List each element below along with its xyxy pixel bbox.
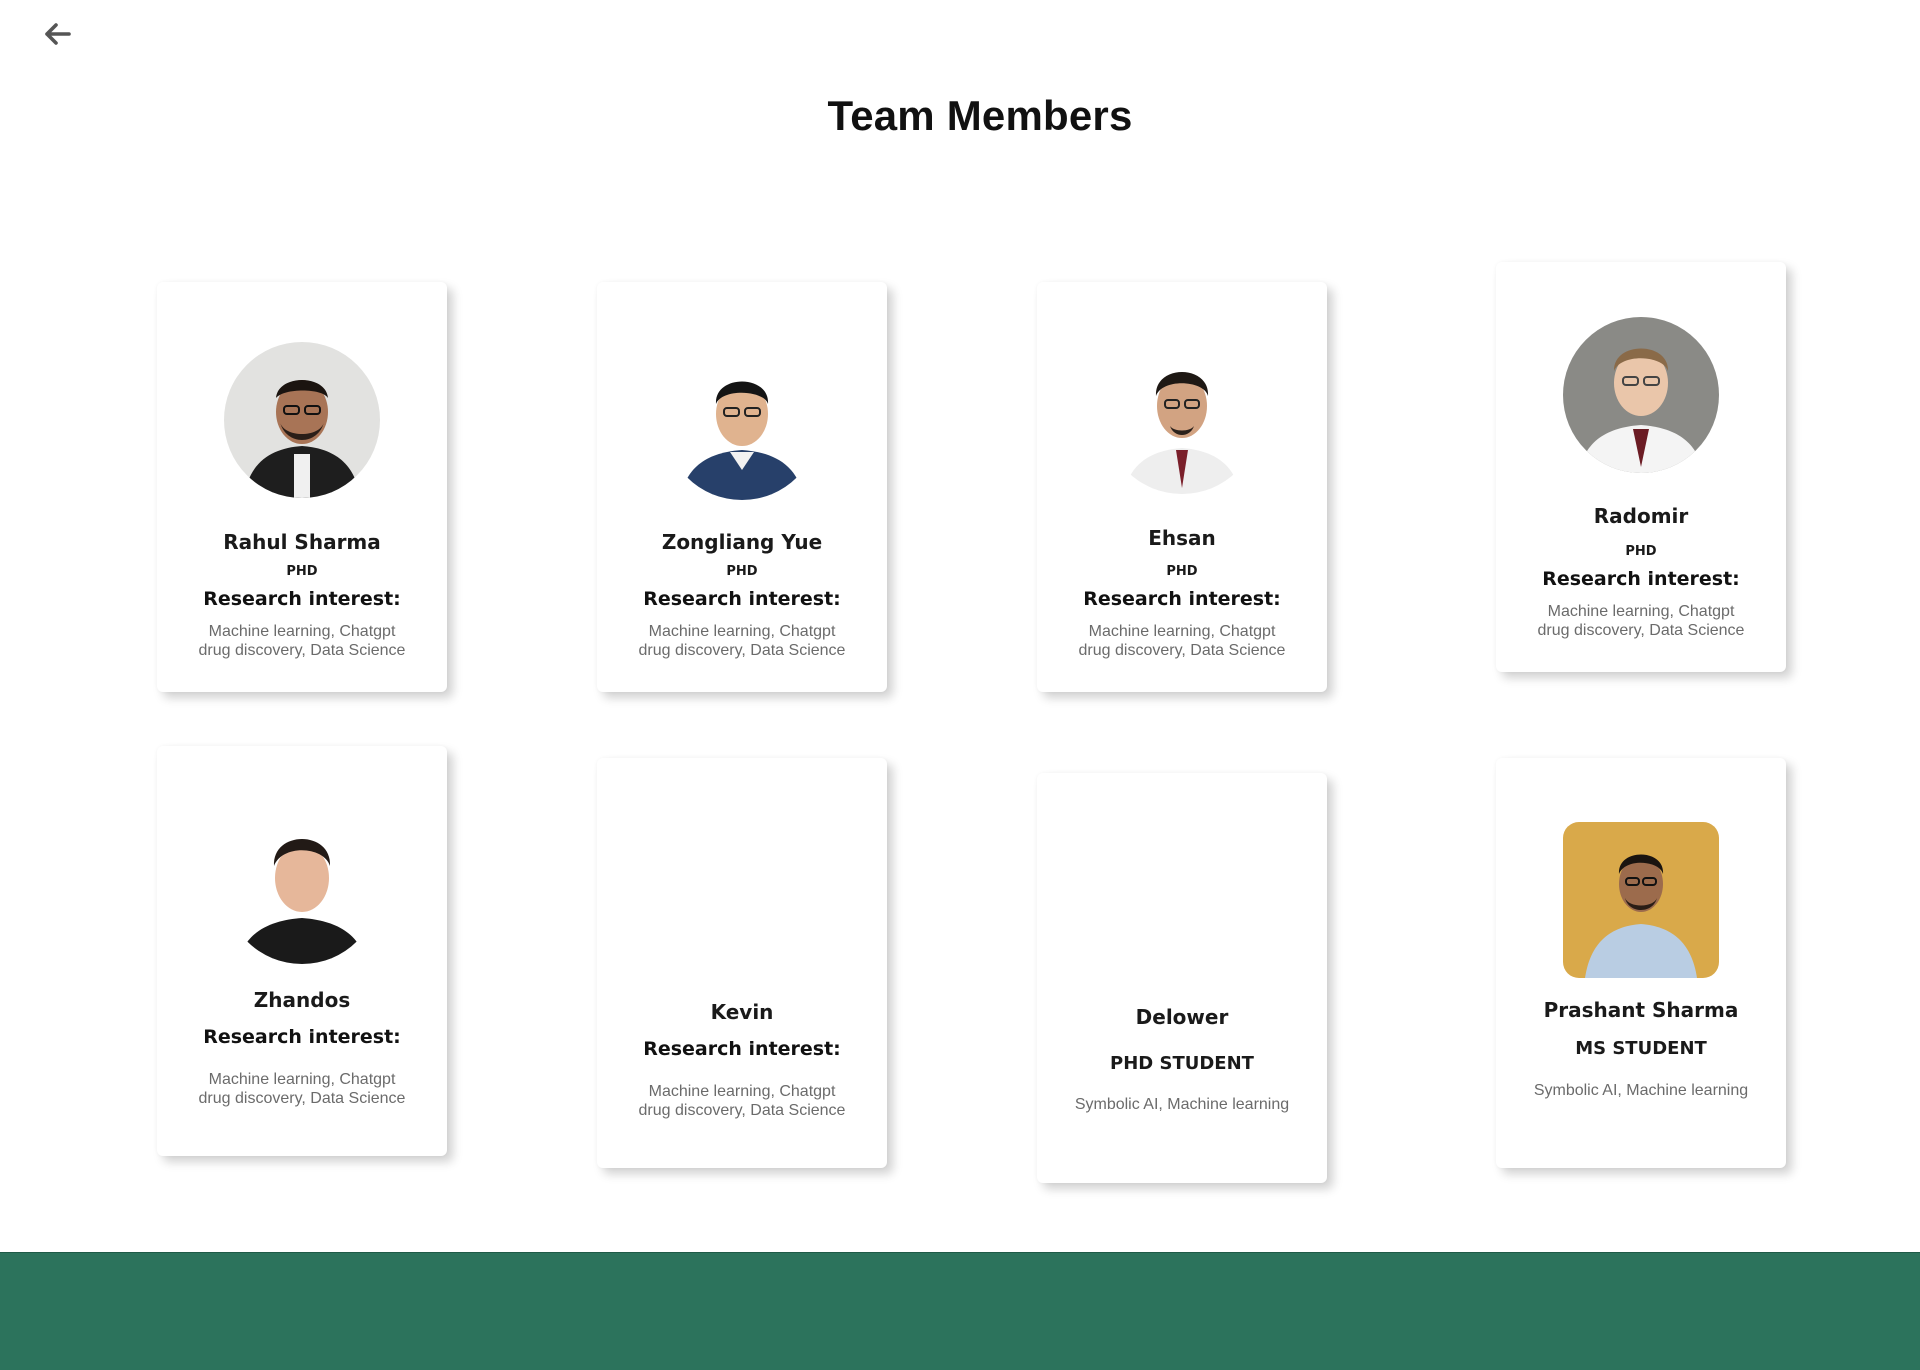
research-interest-label: Research interest: [643,588,841,610]
member-degree: PHD [726,564,758,579]
member-card-kevin: Kevin Research interest: Machine learnin… [597,758,887,1168]
member-name: Delower [1135,1005,1229,1029]
avatar [224,808,380,964]
back-button[interactable] [38,20,78,52]
research-interest-label: Research interest: [1542,568,1740,590]
member-card-delower: Delower PHD STUDENT Symbolic AI, Machine… [1037,773,1327,1183]
member-degree: PHD [1625,544,1657,559]
member-degree: PHD [286,564,318,579]
member-degree: PHD [1166,564,1198,579]
research-interest-text: Machine learning, Chatgpt drug discovery… [638,623,846,659]
page-title: Team Members [827,92,1133,139]
research-interest-label: Research interest: [203,588,401,610]
avatar [224,342,380,498]
member-card-zongliang-yue: Zongliang Yue PHD Research interest: Mac… [597,282,887,692]
member-degree: PHD STUDENT [1110,1053,1254,1074]
member-card-radomir: Radomir PHD Research interest: Machine l… [1496,262,1786,672]
member-card-zhandos: Zhandos Research interest: Machine learn… [157,746,447,1156]
research-interest-text: Machine learning, Chatgpt drug discovery… [198,623,406,659]
research-interest-text: Machine learning, Chatgpt drug discovery… [198,1071,406,1107]
member-name: Zhandos [253,988,351,1012]
research-interest-text: Symbolic AI, Machine learning [1074,1096,1290,1113]
member-name: Ehsan [1148,526,1216,550]
member-card-ehsan: Ehsan PHD Research interest: Machine lea… [1037,282,1327,692]
arrow-left-icon [44,22,72,50]
member-card-prashant-sharma: Prashant Sharma MS STUDENT Symbolic AI, … [1496,758,1786,1168]
avatar [1563,822,1719,978]
member-name: Radomir [1593,504,1689,528]
member-degree: MS STUDENT [1575,1038,1707,1059]
member-name: Prashant Sharma [1543,998,1739,1022]
research-interest-label: Research interest: [203,1026,401,1048]
avatar [1563,317,1719,473]
member-card-rahul-sharma: Rahul Sharma PHD Research interest: Mach… [157,282,447,692]
research-interest-label: Research interest: [1083,588,1281,610]
footer [0,1252,1920,1370]
research-interest-text: Symbolic AI, Machine learning [1533,1082,1749,1099]
member-name: Rahul Sharma [223,530,381,554]
avatar [664,344,820,500]
research-interest-label: Research interest: [643,1038,841,1060]
research-interest-text: Machine learning, Chatgpt drug discovery… [1078,623,1286,659]
research-interest-text: Machine learning, Chatgpt drug discovery… [638,1083,846,1119]
member-name: Zongliang Yue [661,530,823,554]
avatar [1104,338,1260,494]
research-interest-text: Machine learning, Chatgpt drug discovery… [1537,603,1745,639]
member-name: Kevin [710,1000,774,1024]
